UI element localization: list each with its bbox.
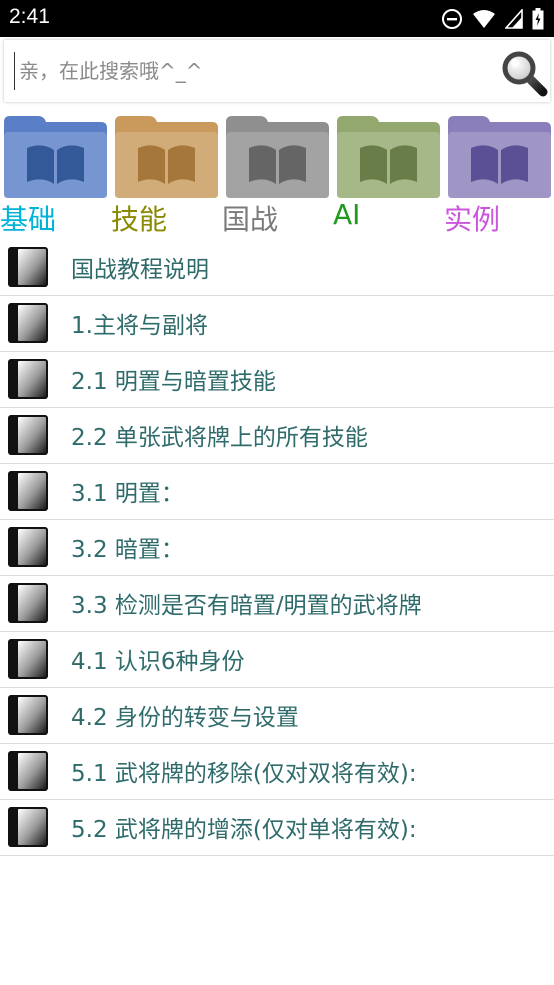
list-item[interactable]: 5.2 武将牌的增添(仅对单将有效): [0, 800, 554, 856]
list-item[interactable]: 3.3 检测是否有暗置/明置的武将牌 [0, 576, 554, 632]
book-icon [8, 247, 48, 287]
list-item[interactable]: 5.1 武将牌的移除(仅对双将有效): [0, 744, 554, 800]
book-icon [8, 695, 48, 735]
item-label: 2.1 明置与暗置技能 [71, 369, 276, 395]
status-icons [441, 7, 544, 31]
folder-book-icon [448, 116, 551, 198]
book-icon [8, 359, 48, 399]
folder-book-icon [4, 116, 107, 198]
category-bar: 基础 技能 国战 AI 实例 [0, 108, 554, 238]
category-skill[interactable]: 技能 [111, 108, 222, 238]
folder-book-icon [226, 116, 329, 198]
list-item[interactable]: 2.2 单张武将牌上的所有技能 [0, 408, 554, 464]
item-label: 国战教程说明 [71, 257, 209, 283]
search-input[interactable] [14, 52, 489, 90]
category-label: 国战 [222, 203, 279, 236]
item-label: 4.2 身份的转变与设置 [71, 705, 299, 731]
folder-book-icon [337, 116, 440, 198]
book-icon [8, 303, 48, 343]
book-icon [8, 639, 48, 679]
category-label: 基础 [0, 203, 57, 236]
item-label: 3.2 暗置： [71, 537, 184, 563]
wifi-icon [473, 10, 495, 28]
list-item[interactable]: 3.1 明置： [0, 464, 554, 520]
category-example[interactable]: 实例 [444, 108, 554, 238]
list-item[interactable]: 2.1 明置与暗置技能 [0, 352, 554, 408]
item-label: 5.1 武将牌的移除(仅对双将有效): [71, 761, 417, 787]
item-label: 3.3 检测是否有暗置/明置的武将牌 [71, 593, 422, 619]
list-item[interactable]: 国战教程说明 [0, 240, 554, 296]
list-item[interactable]: 3.2 暗置： [0, 520, 554, 576]
signal-icon [505, 9, 523, 29]
item-label: 5.2 武将牌的增添(仅对单将有效): [71, 817, 417, 843]
book-icon [8, 751, 48, 791]
book-icon [8, 583, 48, 623]
book-icon [8, 527, 48, 567]
item-label: 3.1 明置： [71, 481, 184, 507]
list-item[interactable]: 1.主将与副将 [0, 296, 554, 352]
search-bar [4, 40, 550, 102]
battery-icon [532, 8, 544, 30]
book-icon [8, 807, 48, 847]
search-button[interactable] [500, 49, 548, 97]
category-label: 技能 [111, 203, 168, 236]
category-ai[interactable]: AI [333, 108, 444, 238]
item-label: 2.2 单张武将牌上的所有技能 [71, 425, 368, 451]
list-item[interactable]: 4.2 身份的转变与设置 [0, 688, 554, 744]
item-label: 1.主将与副将 [71, 313, 208, 339]
category-label: 实例 [444, 203, 501, 236]
folder-book-icon [115, 116, 218, 198]
status-time: 2:41 [9, 5, 50, 28]
status-bar: 2:41 [0, 0, 554, 37]
category-basic[interactable]: 基础 [0, 108, 111, 238]
item-label: 4.1 认识6种身份 [71, 649, 245, 675]
do-not-disturb-icon [442, 9, 462, 29]
book-icon [8, 415, 48, 455]
category-label: AI [333, 198, 361, 231]
list-item[interactable]: 4.1 认识6种身份 [0, 632, 554, 688]
category-guozhan[interactable]: 国战 [222, 108, 333, 238]
tutorial-list: 国战教程说明 1.主将与副将 2.1 明置与暗置技能 2.2 单张武将牌上的所有… [0, 240, 554, 856]
book-icon [8, 471, 48, 511]
search-icon [502, 51, 548, 97]
